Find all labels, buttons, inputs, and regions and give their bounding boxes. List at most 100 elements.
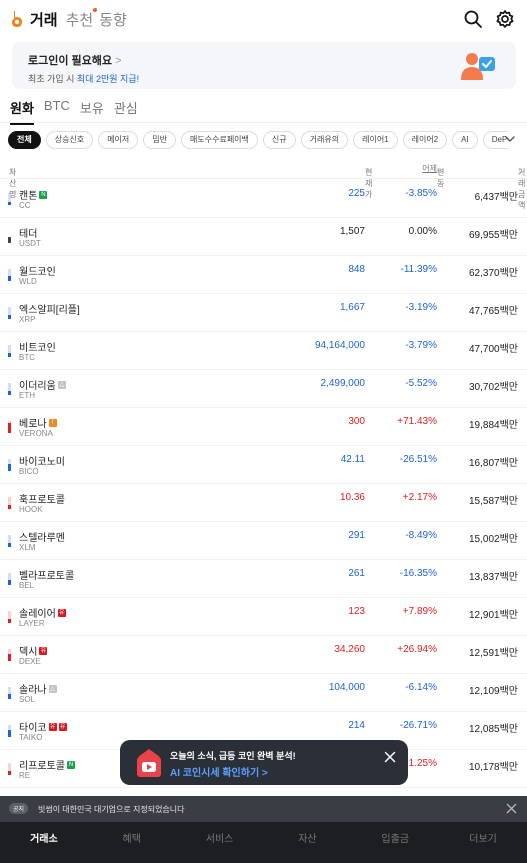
asset-price: 1,507 [339, 226, 365, 237]
asset-name: 타이코 유 유 [19, 719, 67, 734]
banner-subtitle: 최초 가입 시 최대 2만원 지급! [28, 72, 500, 85]
asset-name: 벨라프로토콜 [19, 567, 74, 582]
filter-chip[interactable]: 상승신호 [45, 131, 94, 149]
toast-link[interactable]: AI 코인시세 확인하기 > [170, 764, 268, 779]
asset-symbol: BEL [19, 581, 35, 590]
top-header: 거래 추천 동향 [0, 0, 527, 38]
asset-row[interactable]: 비트코인 BTC 94,164,000 -3.79% 47,700백만 [0, 332, 527, 370]
mini-candle-icon [8, 649, 11, 661]
asset-row[interactable]: 스텔라루멘 XLM 291 -8.49% 15,002백만 [0, 522, 527, 560]
asset-price: 291 [348, 530, 365, 541]
mini-candle-fill [8, 771, 11, 775]
filter-chip[interactable]: 밈반 [143, 131, 177, 149]
mini-candle-icon [8, 763, 11, 775]
mini-candle-icon [8, 269, 11, 281]
asset-volume: 10,178백만 [469, 762, 518, 773]
filter-chip[interactable]: 메이저 [98, 131, 139, 149]
asset-change: -16.35% [399, 568, 437, 579]
mini-candle-fill [8, 315, 11, 319]
gear-icon[interactable] [495, 9, 515, 29]
asset-name: 솔레이어 유 [19, 605, 66, 620]
filter-chip[interactable]: 전체 [8, 131, 41, 149]
asset-symbol: LAYER [19, 619, 45, 628]
filter-chip[interactable]: 매도수수료페이백 [181, 131, 258, 149]
asset-row[interactable]: 바이코노미 BICO 42.11 -26.51% 16,807백만 [0, 446, 527, 484]
tab-holdings[interactable]: 보유 [80, 98, 104, 125]
asset-price: 214 [348, 720, 365, 731]
mini-candle-icon [8, 345, 11, 357]
chevron-right-icon: > [115, 55, 122, 67]
asset-row[interactable]: 월드코인 WLD 848 -11.39% 62,370백만 [0, 256, 527, 294]
asset-badge: ! [48, 418, 57, 427]
asset-name-text: 이더리움 [19, 381, 56, 392]
asset-symbol: ETH [19, 391, 35, 400]
asset-change: +2.17% [402, 492, 437, 503]
nav-trend[interactable]: 동향 [99, 9, 127, 30]
asset-row[interactable]: 캔톤 N CC 225 -3.85% 6,437백만 [0, 180, 527, 218]
tab-favorites[interactable]: 관심 [114, 98, 138, 125]
youtube-gift-icon [137, 749, 161, 777]
asset-row[interactable]: 덱시 유 DEXE 34,260 +26.94% 12,591백만 [0, 636, 527, 674]
nav-trade[interactable]: 거래 [30, 9, 58, 30]
asset-name-text: 솔라나 [19, 685, 47, 696]
asset-row[interactable]: 엑스알피[리플] XRP 1,667 -3.19% 47,765백만 [0, 294, 527, 332]
mini-candle-icon [8, 535, 11, 547]
close-icon[interactable] [384, 751, 396, 763]
mini-candle-fill [8, 694, 11, 699]
bnav-exchange[interactable]: 거래소 [0, 822, 88, 863]
asset-row[interactable]: 솔라나 △ SOL 104,000 -6.14% 12,109백만 [0, 674, 527, 712]
banner-sub-prefix: 최초 가입 시 [28, 74, 77, 84]
filter-chip[interactable]: AI [452, 131, 478, 149]
asset-row[interactable]: 테더 USDT 1,507 0.00% 69,955백만 [0, 218, 527, 256]
asset-row[interactable]: 훅프로토콜 HOOK 10.36 +2.17% 15,587백만 [0, 484, 527, 522]
bnav-deposit-withdraw[interactable]: 입출금 [351, 822, 439, 863]
asset-change: -5.52% [405, 378, 437, 389]
asset-volume: 6,437백만 [474, 192, 518, 203]
bnav-more[interactable]: 더보기 [439, 822, 527, 863]
mini-candle-fill [8, 654, 11, 661]
chevron-down-icon[interactable] [503, 132, 517, 146]
filter-chip[interactable]: 레이어1 [353, 131, 398, 149]
asset-price: 104,000 [328, 682, 365, 693]
filter-chip[interactable]: 신규 [262, 131, 296, 149]
asset-symbol: USDT [19, 239, 41, 248]
asset-row[interactable]: 벨라프로토콜 BEL 261 -16.35% 13,837백만 [0, 560, 527, 598]
asset-price: 42.11 [340, 454, 365, 465]
asset-name-text: 캔톤 [19, 191, 38, 202]
search-icon[interactable] [463, 9, 483, 29]
notice-bar[interactable]: 공지 빗썸이 대한민국 대기업으로 지정되었습니다 [0, 796, 527, 822]
tab-krw[interactable]: 원화 [10, 98, 34, 125]
asset-change: -26.51% [399, 454, 437, 465]
asset-change: +7.89% [402, 606, 437, 617]
login-banner[interactable]: 로그인이 필요해요 > 최초 가입 시 최대 2만원 지급! [12, 42, 516, 89]
nav-recommend-label: 추천 [65, 11, 94, 29]
filter-chip[interactable]: 거래유의 [300, 131, 349, 149]
asset-change: -3.85% [405, 188, 437, 199]
asset-badge: △ [57, 380, 66, 389]
filter-chip[interactable]: 레이어2 [402, 131, 448, 149]
nav-recommend[interactable]: 추천 [65, 7, 98, 30]
tab-btc[interactable]: BTC [44, 98, 70, 125]
mini-candle-fill [8, 423, 11, 433]
asset-row[interactable]: 솔레이어 유 LAYER 123 +7.89% 12,901백만 [0, 598, 527, 636]
asset-name: 캔톤 N [19, 187, 48, 202]
asset-name: 월드코인 [19, 263, 56, 278]
mini-candle-fill [8, 730, 11, 737]
bnav-assets[interactable]: 자산 [263, 822, 351, 863]
mini-candle-icon [8, 497, 11, 509]
asset-volume: 12,109백만 [469, 686, 518, 697]
asset-price: 94,164,000 [314, 340, 365, 351]
asset-row[interactable]: 베로나! VERONA 300 +71.43% 19,884백만 [0, 408, 527, 446]
asset-name-text: 엑스알피[리플] [19, 305, 80, 316]
notice-text: 빗썸이 대한민국 대기업으로 지정되었습니다 [38, 805, 185, 814]
promo-toast[interactable]: 오늘의 소식, 급등 코인 완벽 분석! AI 코인시세 확인하기 > [120, 740, 408, 785]
asset-volume: 47,700백만 [469, 344, 518, 355]
close-icon[interactable] [506, 803, 517, 814]
col-change[interactable]: 어제 · 변동 ⇅ [422, 163, 444, 188]
bnav-benefits[interactable]: 혜택 [88, 822, 176, 863]
bnav-services[interactable]: 서비스 [176, 822, 264, 863]
asset-row[interactable]: 이더리움 △ ETH 2,499,000 -5.52% 30,702백만 [0, 370, 527, 408]
asset-change: -6.14% [405, 682, 437, 693]
asset-volume: 15,002백만 [469, 534, 518, 545]
asset-change: -8.49% [405, 530, 437, 541]
